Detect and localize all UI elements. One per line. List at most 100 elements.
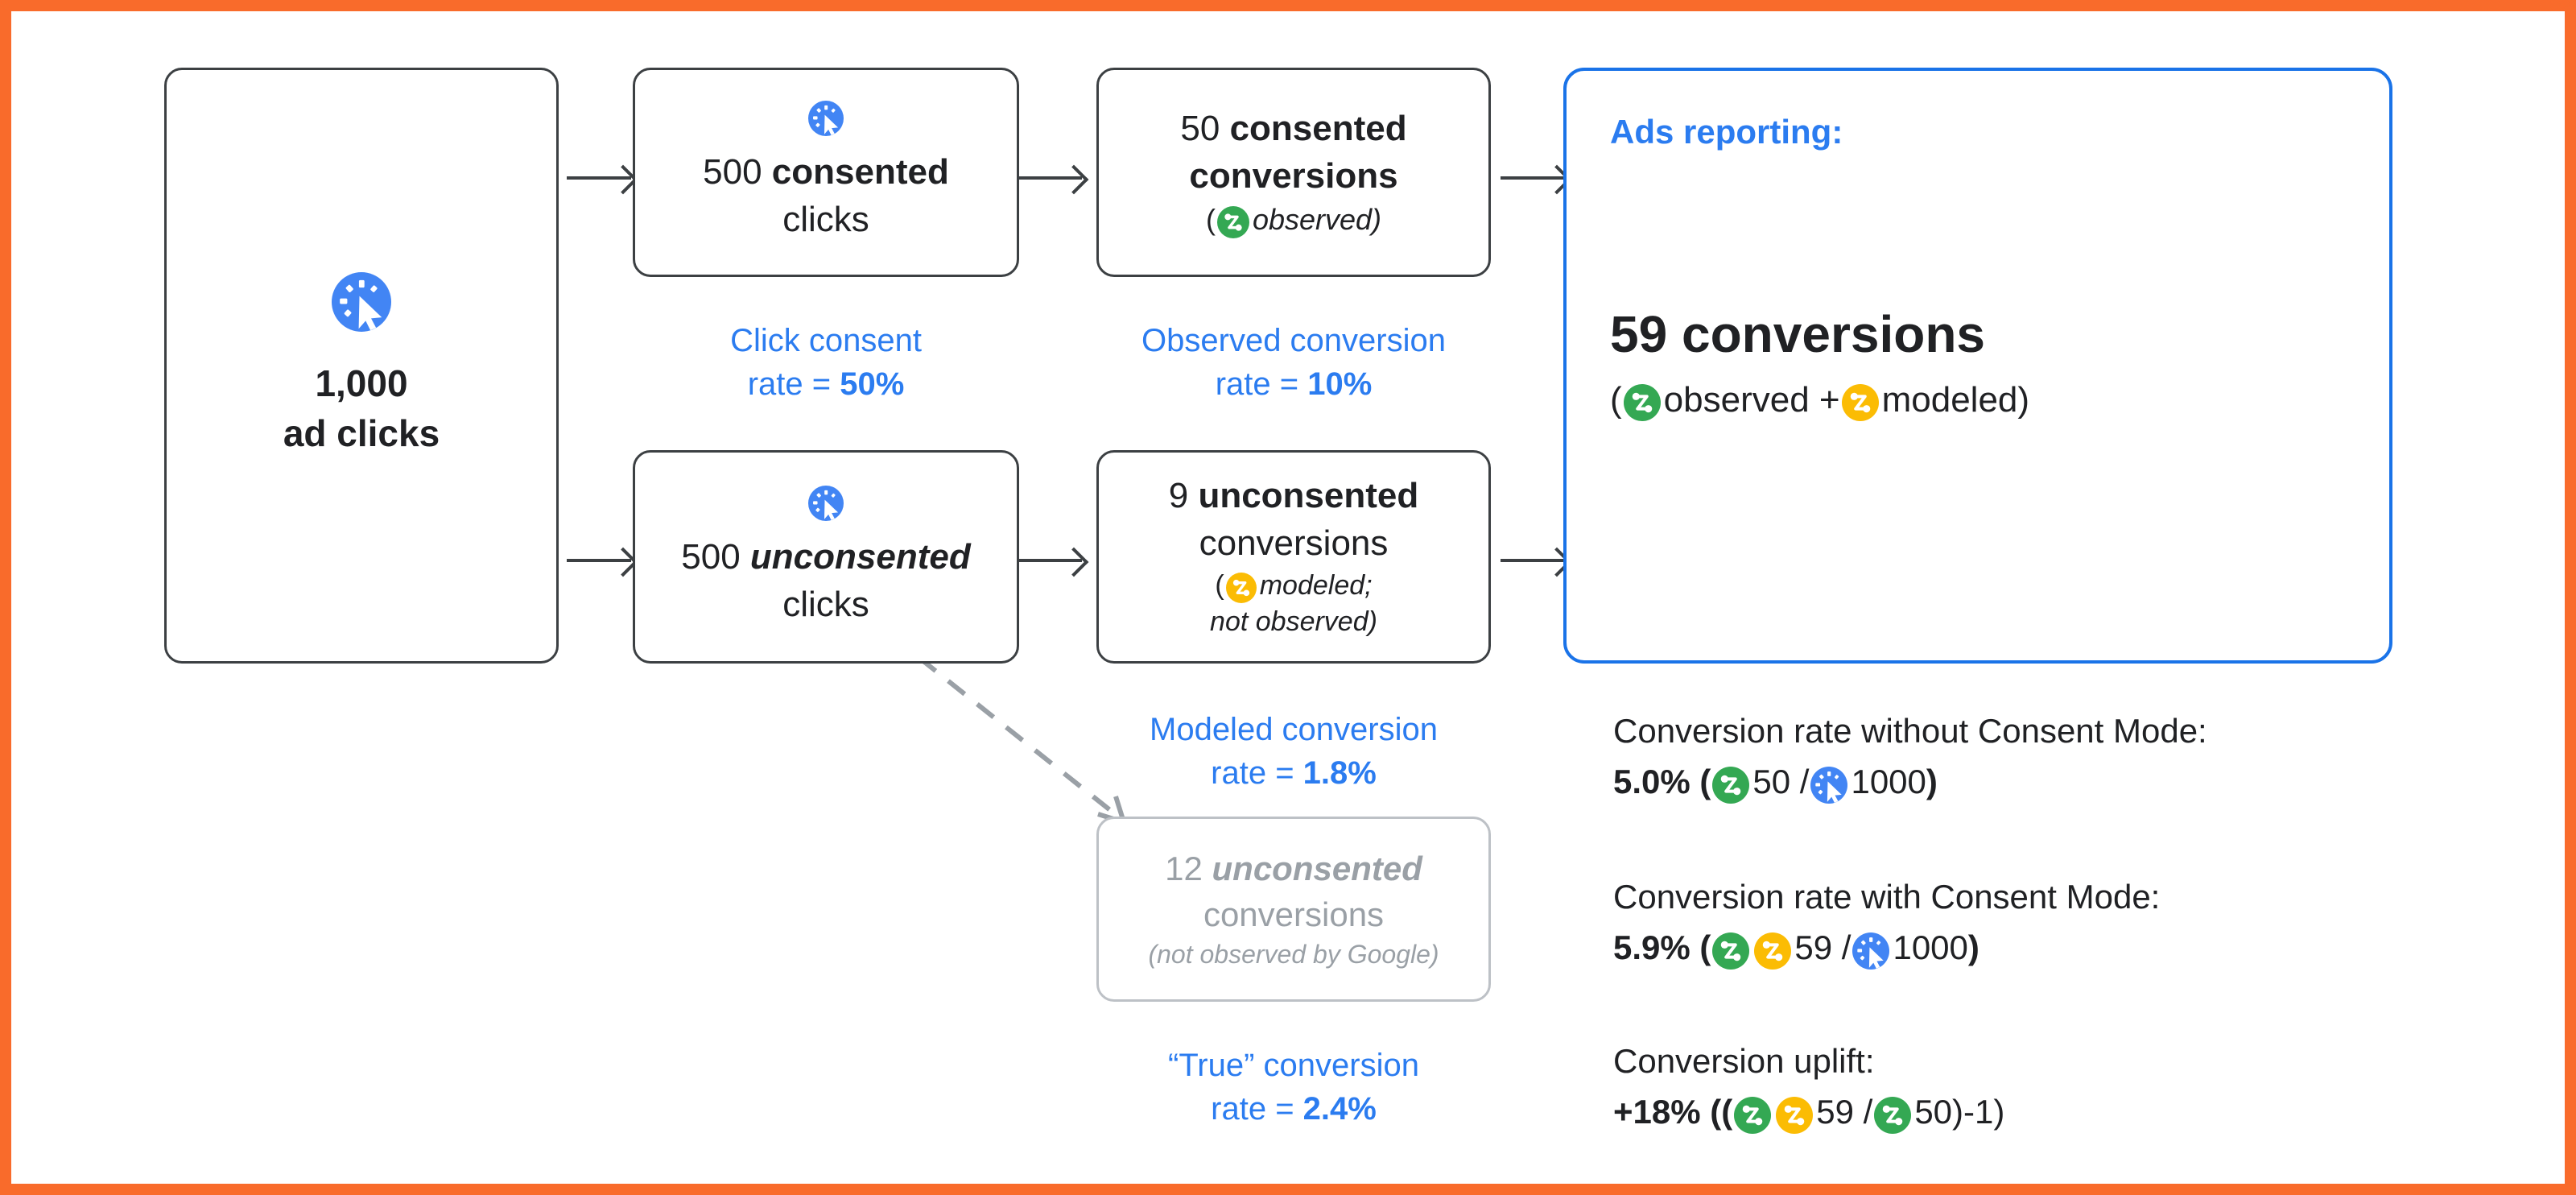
- unconsented-conv-note: modeled;: [1259, 569, 1373, 601]
- node-unconsented-clicks[interactable]: 500 unconsented clicks: [633, 450, 1019, 664]
- consented-conv-emphasis: consented: [1229, 108, 1407, 148]
- conversion-modeled-icon: [1225, 572, 1257, 603]
- consented-clicks-count: 500: [703, 152, 762, 192]
- stat2-value-row: +18% ((59 / 50)-1): [1613, 1086, 2004, 1137]
- arrow-adclicks-to-unconsented: [567, 559, 631, 562]
- stat-without-consent-mode: Conversion rate without Consent Mode: 5.…: [1613, 705, 2207, 807]
- ad-click-icon: [332, 272, 391, 333]
- modeled-conv-line1: Modeled conversion: [1150, 712, 1438, 747]
- unconsented-conv-note2: not observed): [1210, 606, 1377, 638]
- unconsented-conv-paren-open: (: [1215, 569, 1224, 601]
- unconsented-conv-label: conversions: [1199, 523, 1389, 563]
- stat0-heading: Conversion rate without Consent Mode:: [1613, 712, 2207, 750]
- stat2-value: +18%: [1613, 1093, 1701, 1131]
- stat2-denominator: 50: [1914, 1093, 1953, 1131]
- unconsented-clicks-emphasis: unconsented: [749, 536, 971, 577]
- node-consented-clicks[interactable]: 500 consented clicks: [633, 68, 1019, 277]
- click-consent-line1: Click consent: [730, 323, 922, 358]
- ads-reporting-result: 59 conversions ( observed + modeled): [1610, 304, 2346, 424]
- conversion-observed-icon: [1712, 932, 1750, 970]
- stat1-numerator: 59: [1794, 928, 1833, 966]
- stat0-value: 5.0%: [1613, 763, 1690, 800]
- caption-modeled-conversion-rate: Modeled conversion rate = 1.8%: [1072, 708, 1515, 795]
- diagram-canvas: 1,000 ad clicks 500 consented clicks Cli…: [11, 11, 2565, 1184]
- observed-conv-prefix: rate =: [1215, 366, 1308, 402]
- true-conv-rate-value: 2.4%: [1302, 1091, 1377, 1127]
- stat-conversion-uplift: Conversion uplift: +18% ((59 / 50)-1): [1613, 1036, 2004, 1137]
- stat2-numerator: 59: [1816, 1093, 1854, 1131]
- observed-conv-line1: Observed conversion: [1141, 323, 1446, 358]
- modeled-conv-value: 1.8%: [1302, 755, 1377, 791]
- caption-observed-conversion-rate: Observed conversion rate = 10%: [1072, 319, 1515, 406]
- conversion-observed-icon: [1734, 1096, 1772, 1134]
- true-conv-rate-line1: “True” conversion: [1168, 1048, 1419, 1083]
- click-consent-value: 50%: [840, 366, 905, 402]
- stat2-paren-open: ((: [1710, 1093, 1733, 1131]
- stat0-paren-close: ): [1926, 763, 1938, 800]
- stat0-paren-open: (: [1699, 763, 1711, 800]
- stat0-divider: /: [1799, 763, 1810, 800]
- stat0-value-row: 5.0% ( 50 / 1000): [1613, 756, 2207, 807]
- ad-clicks-count: 1,000: [315, 362, 408, 405]
- ad-click-icon: [1852, 932, 1890, 970]
- ads-breakdown-plus: +: [1818, 380, 1840, 420]
- stat2-paren-close: )-1): [1952, 1093, 2005, 1131]
- true-conv-label: conversions: [1203, 895, 1385, 933]
- stat1-divider: /: [1841, 928, 1852, 966]
- diagram-frame: 1,000 ad clicks 500 consented clicks Cli…: [0, 0, 2576, 1195]
- stat-with-consent-mode: Conversion rate with Consent Mode: 5.9% …: [1613, 871, 2160, 973]
- ads-breakdown-paren-close: ): [2017, 380, 2030, 420]
- stat0-numerator: 50: [1752, 763, 1791, 800]
- ad-click-icon: [808, 485, 844, 521]
- stat2-divider: /: [1863, 1093, 1873, 1131]
- true-conv-note: (not observed by Google): [1148, 939, 1439, 969]
- stat0-denominator: 1000: [1851, 763, 1926, 800]
- conversion-modeled-icon: [1841, 384, 1879, 422]
- ads-reporting-unit: conversions: [1681, 305, 1985, 364]
- stat1-value-row: 5.9% (59 / 1000): [1613, 922, 2160, 973]
- consented-conv-label: conversions: [1189, 155, 1398, 196]
- arrow-unconsented-to-conversions: [1018, 559, 1082, 562]
- arrow-adclicks-to-consented: [567, 176, 631, 180]
- consented-conv-paren-close: ): [1372, 202, 1382, 236]
- stat2-heading: Conversion uplift:: [1613, 1042, 1875, 1080]
- stat1-paren-open: (: [1699, 928, 1711, 966]
- node-consented-conversions[interactable]: 50 consented conversions ( observed): [1096, 68, 1491, 277]
- arrow-consentedconv-to-report: [1501, 176, 1565, 180]
- stat1-denominator: 1000: [1893, 928, 1968, 966]
- node-ads-reporting[interactable]: Ads reporting: 59 conversions (observed…: [1563, 68, 2392, 664]
- ads-breakdown-paren-open: (: [1610, 380, 1622, 420]
- stat1-heading: Conversion rate with Consent Mode:: [1613, 878, 2161, 916]
- consented-clicks-emphasis: consented: [771, 152, 949, 192]
- ad-click-icon: [1810, 766, 1848, 804]
- true-conv-count: 12: [1165, 850, 1203, 888]
- unconsented-conv-count: 9: [1168, 476, 1189, 515]
- arrow-consented-to-conversions: [1018, 176, 1082, 180]
- consented-conv-note: observed: [1252, 202, 1373, 236]
- consented-conv-count: 50: [1180, 108, 1220, 148]
- ad-clicks-label: ad clicks: [283, 412, 440, 454]
- ads-breakdown-modeled: modeled: [1881, 380, 2018, 420]
- consented-clicks-label: clicks: [782, 200, 869, 239]
- node-unconsented-conversions[interactable]: 9 unconsented conversions ( modeled; not…: [1096, 450, 1491, 664]
- conversion-observed-icon: [1623, 384, 1661, 422]
- node-true-unconsented-conversions[interactable]: 12 unconsented conversions (not observed…: [1096, 817, 1491, 1002]
- unconsented-clicks-label: clicks: [782, 584, 869, 624]
- observed-conv-value: 10%: [1307, 366, 1373, 402]
- consented-conv-paren-open: (: [1205, 202, 1216, 236]
- ads-breakdown-observed: observed: [1663, 380, 1810, 420]
- caption-true-conversion-rate: “True” conversion rate = 2.4%: [1072, 1044, 1515, 1131]
- true-conv-emphasis: unconsented: [1212, 850, 1422, 888]
- unconsented-clicks-count: 500: [681, 536, 741, 577]
- modeled-conv-prefix: rate =: [1211, 755, 1303, 791]
- unconsented-conv-emphasis: unconsented: [1198, 476, 1419, 515]
- click-consent-prefix: rate =: [747, 366, 840, 402]
- ads-reporting-breakdown: ( observed + modeled): [1610, 377, 2346, 424]
- true-conv-rate-prefix: rate =: [1211, 1091, 1303, 1127]
- ad-click-icon: [808, 101, 844, 137]
- node-ad-clicks[interactable]: 1,000 ad clicks: [164, 68, 559, 664]
- conversion-observed-icon: [1216, 206, 1249, 239]
- arrow-unconsentedconv-to-report: [1501, 559, 1565, 562]
- conversion-observed-icon: [1712, 766, 1750, 804]
- stat1-value: 5.9%: [1613, 928, 1690, 966]
